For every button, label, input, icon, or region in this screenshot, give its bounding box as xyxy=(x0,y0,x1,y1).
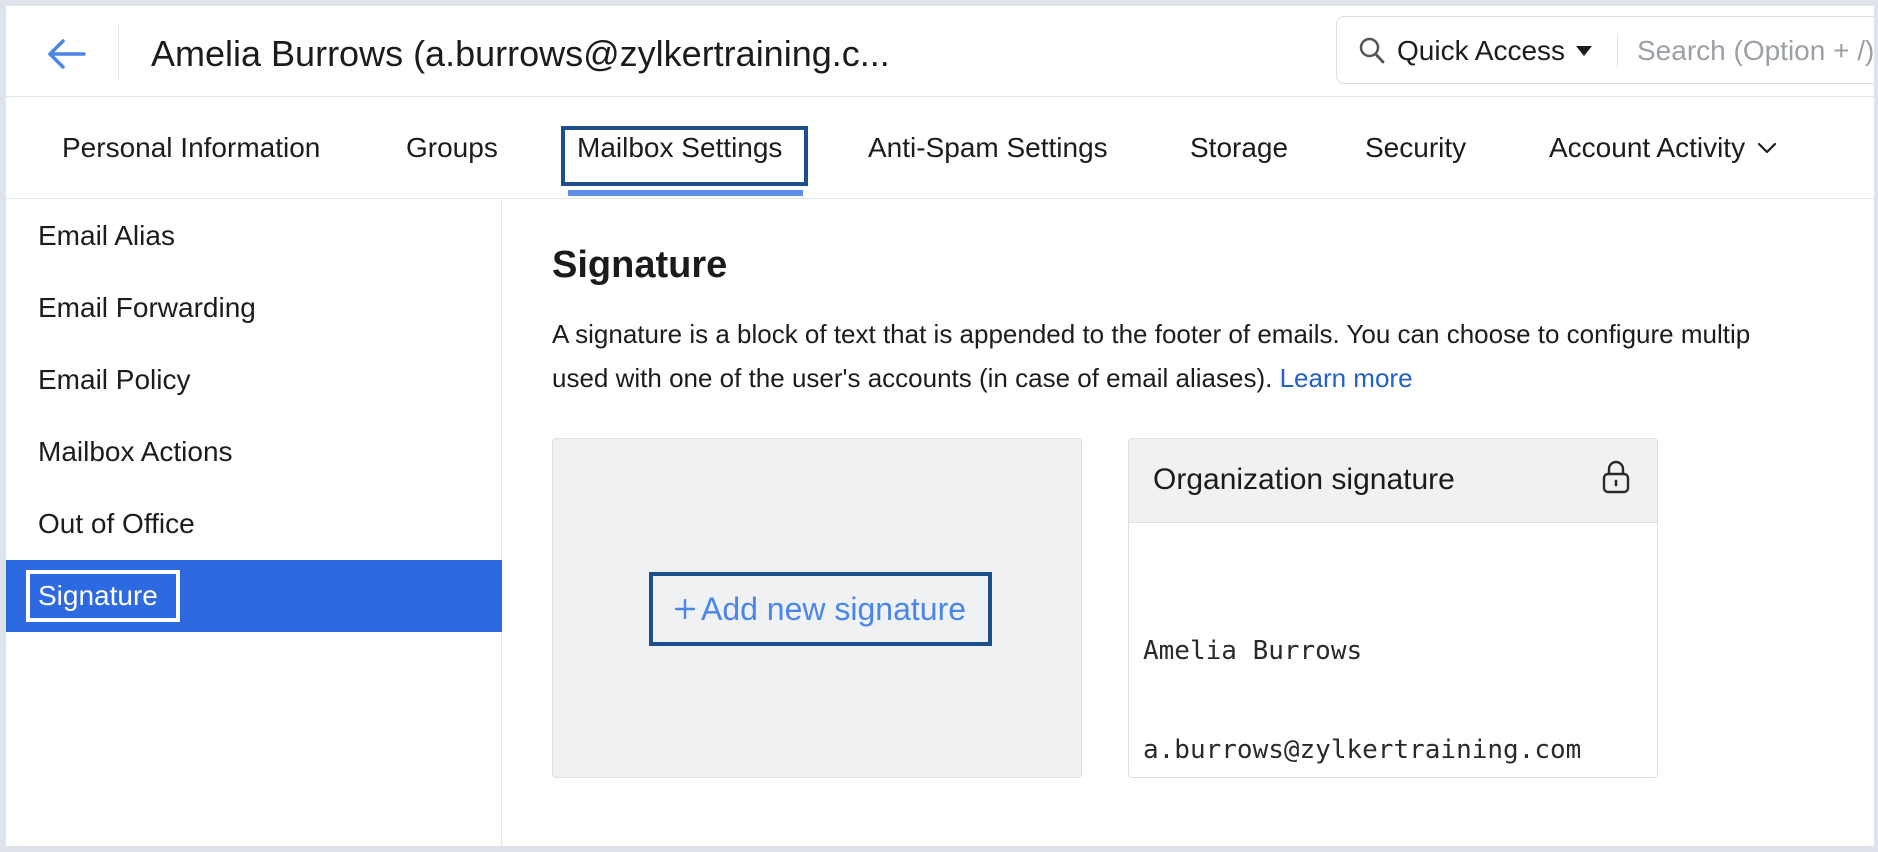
tab-mailbox-settings[interactable]: Mailbox Settings xyxy=(577,98,782,198)
description-line-2: used with one of the user's accounts (in… xyxy=(552,356,1874,400)
search-icon xyxy=(1359,37,1385,64)
signature-name: Amelia Burrows xyxy=(1143,636,1363,666)
tab-label: Storage xyxy=(1190,132,1289,163)
tab-label: Mailbox Settings xyxy=(577,132,783,163)
back-arrow-icon xyxy=(48,39,86,69)
signature-email: a.burrows@zylkertraining.com xyxy=(1143,735,1582,765)
sidebar-item-label: Out of Office xyxy=(38,508,195,539)
learn-more-link[interactable]: Learn more xyxy=(1280,363,1413,393)
sidebar-item-label: Email Alias xyxy=(38,220,175,251)
tab-storage[interactable]: Storage xyxy=(1190,98,1288,198)
sidebar-item-email-alias[interactable]: Email Alias xyxy=(6,200,502,272)
sidebar-item-label: Mailbox Actions xyxy=(38,436,233,467)
tab-personal-information[interactable]: Personal Information xyxy=(62,98,320,198)
sidebar-item-mailbox-actions[interactable]: Mailbox Actions xyxy=(6,416,502,488)
tab-bar: Personal Information Groups Mailbox Sett… xyxy=(6,98,1874,199)
org-card-title: Organization signature xyxy=(1153,463,1455,496)
caret-down-icon xyxy=(1576,46,1593,56)
add-new-signature-button[interactable]: Add new signature xyxy=(649,572,992,646)
search-bar: Quick Access xyxy=(1336,16,1874,84)
page-header: Amelia Burrows (a.burrows@zylkertraining… xyxy=(6,6,1874,97)
org-signature-content: Amelia Burrows a.burrows@zylkertraining.… xyxy=(1143,569,1582,777)
quick-access-dropdown[interactable]: Quick Access xyxy=(1397,34,1593,68)
sidebar-item-email-policy[interactable]: Email Policy xyxy=(6,344,502,416)
org-card-header: Organization signature xyxy=(1129,439,1657,523)
tab-anti-spam-settings[interactable]: Anti-Spam Settings xyxy=(868,98,1108,198)
description-line: A signature is a block of text that is a… xyxy=(552,319,1751,349)
lock-icon xyxy=(1602,460,1630,494)
tab-label: Personal Information xyxy=(62,132,321,163)
description-text: used with one of the user's accounts (in… xyxy=(552,363,1273,393)
tab-label: Anti-Spam Settings xyxy=(868,132,1108,163)
section-description: A signature is a block of text that is a… xyxy=(552,312,1874,400)
tab-account-activity[interactable]: Account Activity xyxy=(1549,98,1777,198)
search-divider xyxy=(1617,35,1618,67)
tab-label: Groups xyxy=(406,132,498,163)
app-window: Amelia Burrows (a.burrows@zylkertraining… xyxy=(6,6,1874,846)
back-button[interactable] xyxy=(42,30,90,78)
sidebar-item-label: Email Policy xyxy=(38,364,191,395)
main-content: Signature A signature is a block of text… xyxy=(503,200,1874,846)
page-title: Amelia Burrows (a.burrows@zylkertraining… xyxy=(151,33,890,74)
plus-icon xyxy=(674,599,695,619)
add-signature-card: Add new signature xyxy=(552,438,1082,778)
section-title: Signature xyxy=(552,244,728,286)
chevron-down-icon xyxy=(1757,142,1777,154)
sidebar-item-label: Email Forwarding xyxy=(38,292,256,323)
sidebar-item-signature[interactable]: Signature xyxy=(6,560,502,632)
tab-security[interactable]: Security xyxy=(1365,98,1466,198)
tab-groups[interactable]: Groups xyxy=(406,98,498,198)
search-input[interactable] xyxy=(1637,31,1874,71)
settings-sidebar: Email Alias Email Forwarding Email Polic… xyxy=(6,200,502,846)
add-signature-label: Add new signature xyxy=(700,590,967,627)
tab-label: Security xyxy=(1365,132,1467,163)
sidebar-focus-outline xyxy=(26,570,180,622)
tab-label: Account Activity xyxy=(1549,132,1746,163)
quick-access-label: Quick Access xyxy=(1397,35,1566,66)
sidebar-item-out-of-office[interactable]: Out of Office xyxy=(6,488,502,560)
sidebar-item-email-forwarding[interactable]: Email Forwarding xyxy=(6,272,502,344)
active-tab-indicator xyxy=(568,190,803,196)
organization-signature-card[interactable]: Organization signature Amelia Burrows a.… xyxy=(1128,438,1658,778)
header-divider xyxy=(118,24,119,80)
